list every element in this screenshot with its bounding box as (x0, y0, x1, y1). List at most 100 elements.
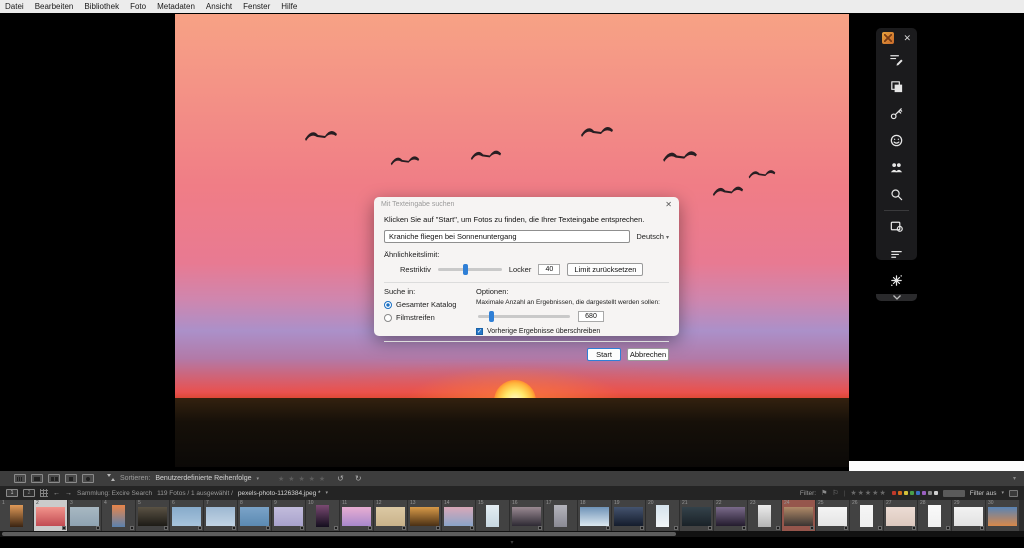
filmstrip-thumbnail[interactable]: 16 (510, 500, 543, 531)
previous-photo-icon[interactable]: ← (53, 490, 60, 497)
rating-stars[interactable]: ★ ★ ★ ★ ★ (278, 475, 326, 483)
filmstrip-thumbnail[interactable]: 5 (136, 500, 169, 531)
search-icon[interactable] (876, 181, 917, 208)
keyword-edit-icon[interactable] (876, 46, 917, 73)
start-button[interactable]: Start (587, 348, 621, 361)
filmstrip-thumbnail[interactable]: 27 (884, 500, 917, 531)
filter-preset-dropdown[interactable]: Filter aus (970, 490, 997, 497)
sort-direction-icon[interactable] (107, 473, 115, 484)
filmstrip-thumbnail[interactable]: 6 (170, 500, 203, 531)
next-photo-icon[interactable]: → (65, 490, 72, 497)
similarity-slider[interactable] (438, 268, 502, 271)
reject-flag-icon[interactable]: ⚐ (832, 489, 838, 497)
filmstrip-thumbnail[interactable]: 14 (442, 500, 475, 531)
filmstrip-thumbnail[interactable]: 29 (952, 500, 985, 531)
menu-ansicht[interactable]: Ansicht (206, 2, 232, 11)
color-label-dot[interactable] (916, 491, 920, 495)
filmstrip-thumbnail[interactable]: 4 (102, 500, 135, 531)
grid-view-icon[interactable] (14, 474, 26, 483)
main-monitor-icon[interactable]: 1 (6, 489, 18, 497)
max-results-slider[interactable] (478, 315, 570, 318)
filmstrip-thumbnail[interactable]: 25 (816, 500, 849, 531)
toolbar-options-chevron[interactable]: ▾ (1013, 475, 1016, 482)
color-label-dot[interactable] (934, 491, 938, 495)
compare-view-icon[interactable] (48, 474, 60, 483)
pick-flag-icon[interactable]: ⚑ (821, 489, 827, 497)
filmstrip-thumbnail[interactable]: 17 (544, 500, 577, 531)
survey-view-icon[interactable] (65, 474, 77, 483)
filmstrip-thumbnail[interactable]: 30 (986, 500, 1019, 531)
filmstrip-thumbnail[interactable]: 3 (68, 500, 101, 531)
max-results-slider-thumb[interactable] (489, 311, 494, 322)
filmstrip-thumbnail[interactable]: 15 (476, 500, 509, 531)
filmstrip-thumbnail[interactable]: 9 (272, 500, 305, 531)
radio-whole-catalog[interactable]: Gesamter Katalog (384, 300, 476, 309)
people-view-icon[interactable] (82, 474, 94, 483)
filmstrip-thumbnail[interactable]: 11 (340, 500, 373, 531)
filmstrip-thumbnail[interactable]: 24 (782, 500, 815, 531)
filter-toggle-icon[interactable] (1009, 490, 1018, 497)
similarity-value-field[interactable]: 40 (538, 264, 560, 275)
filmstrip-thumbnail[interactable]: 18 (578, 500, 611, 531)
custom-label-filter[interactable] (943, 490, 965, 497)
collection-breadcrumb[interactable]: Sammlung: Excire Search (77, 490, 152, 497)
reset-limit-button[interactable]: Limit zurücksetzen (567, 263, 643, 276)
cancel-button[interactable]: Abbrechen (627, 348, 669, 361)
radio-filmstrip[interactable]: Filmstreifen (384, 313, 476, 322)
auto-magic-icon[interactable] (876, 267, 917, 294)
panel-collapse-chevron[interactable] (876, 294, 917, 301)
rotate-left-icon[interactable]: ↺ (337, 474, 344, 483)
filmstrip-thumbnail[interactable]: 13 (408, 500, 441, 531)
filmstrip-thumbnail[interactable]: 8 (238, 500, 271, 531)
current-filename[interactable]: pexels-photo-1126384.jpeg * (238, 490, 321, 497)
second-monitor-icon[interactable]: 2 (23, 489, 35, 497)
filmstrip-thumbnail[interactable]: 7 (204, 500, 237, 531)
filmstrip-thumbnail[interactable]: 22 (714, 500, 747, 531)
loupe-view-icon[interactable] (31, 474, 43, 483)
color-label-dot[interactable] (910, 491, 914, 495)
filmstrip-thumbnail[interactable]: 21 (680, 500, 713, 531)
filmstrip-thumbnail[interactable]: 19 (612, 500, 645, 531)
result-list-icon[interactable] (876, 240, 917, 267)
sort-order-dropdown[interactable]: Benutzerdefinierte Reihenfolge (155, 475, 251, 482)
color-label-dot[interactable] (904, 491, 908, 495)
overwrite-results-checkbox[interactable]: ✓ Vorherige Ergebnisse überschreiben (476, 328, 660, 335)
filmstrip-thumbnail[interactable]: 28 (918, 500, 951, 531)
filmstrip-thumbnail[interactable]: 1 (0, 500, 33, 531)
filmstrip-scrollbar-thumb[interactable] (2, 532, 676, 536)
filmstrip-thumbnail[interactable]: 23 (748, 500, 781, 531)
keyword-search-icon[interactable] (876, 100, 917, 127)
color-label-dot[interactable] (928, 491, 932, 495)
menu-foto[interactable]: Foto (130, 2, 146, 11)
max-results-value-field[interactable]: 680 (578, 311, 604, 322)
close-icon[interactable]: ✕ (903, 34, 911, 43)
color-label-dot[interactable] (892, 491, 896, 495)
grid-shortcut-icon[interactable] (40, 489, 48, 497)
menu-bearbeiten[interactable]: Bearbeiten (35, 2, 74, 11)
filmstrip-thumbnail[interactable]: 10 (306, 500, 339, 531)
menu-metadaten[interactable]: Metadaten (157, 2, 195, 11)
filmstrip-thumbnail[interactable]: 26 (850, 500, 883, 531)
thumbnail-image (758, 505, 771, 527)
menu-fenster[interactable]: Fenster (243, 2, 270, 11)
filmstrip-thumbnail[interactable]: 12 (374, 500, 407, 531)
find-duplicates-icon[interactable] (876, 73, 917, 100)
color-label-dot[interactable] (898, 491, 902, 495)
filmstrip-thumbnail[interactable]: 2 (34, 500, 67, 531)
similarity-slider-thumb[interactable] (463, 264, 468, 275)
rotate-right-icon[interactable]: ↻ (355, 474, 362, 483)
menu-hilfe[interactable]: Hilfe (281, 2, 297, 11)
filmstrip-collapse-chevron[interactable]: ▾ (510, 539, 513, 546)
close-icon[interactable]: ✕ (665, 200, 672, 209)
search-by-example-icon[interactable] (876, 213, 917, 240)
menu-bibliothek[interactable]: Bibliothek (84, 2, 119, 11)
face-search-icon[interactable] (876, 127, 917, 154)
search-text-input[interactable] (384, 230, 630, 243)
menu-datei[interactable]: Datei (5, 2, 24, 11)
rating-filter-stars[interactable]: ★★★★★ (850, 489, 886, 497)
filmstrip-thumbnail[interactable]: 20 (646, 500, 679, 531)
color-label-dot[interactable] (922, 491, 926, 495)
language-dropdown[interactable]: Deutsch ▾ (636, 232, 669, 241)
color-label-filters[interactable] (892, 491, 938, 495)
people-search-icon[interactable] (876, 154, 917, 181)
